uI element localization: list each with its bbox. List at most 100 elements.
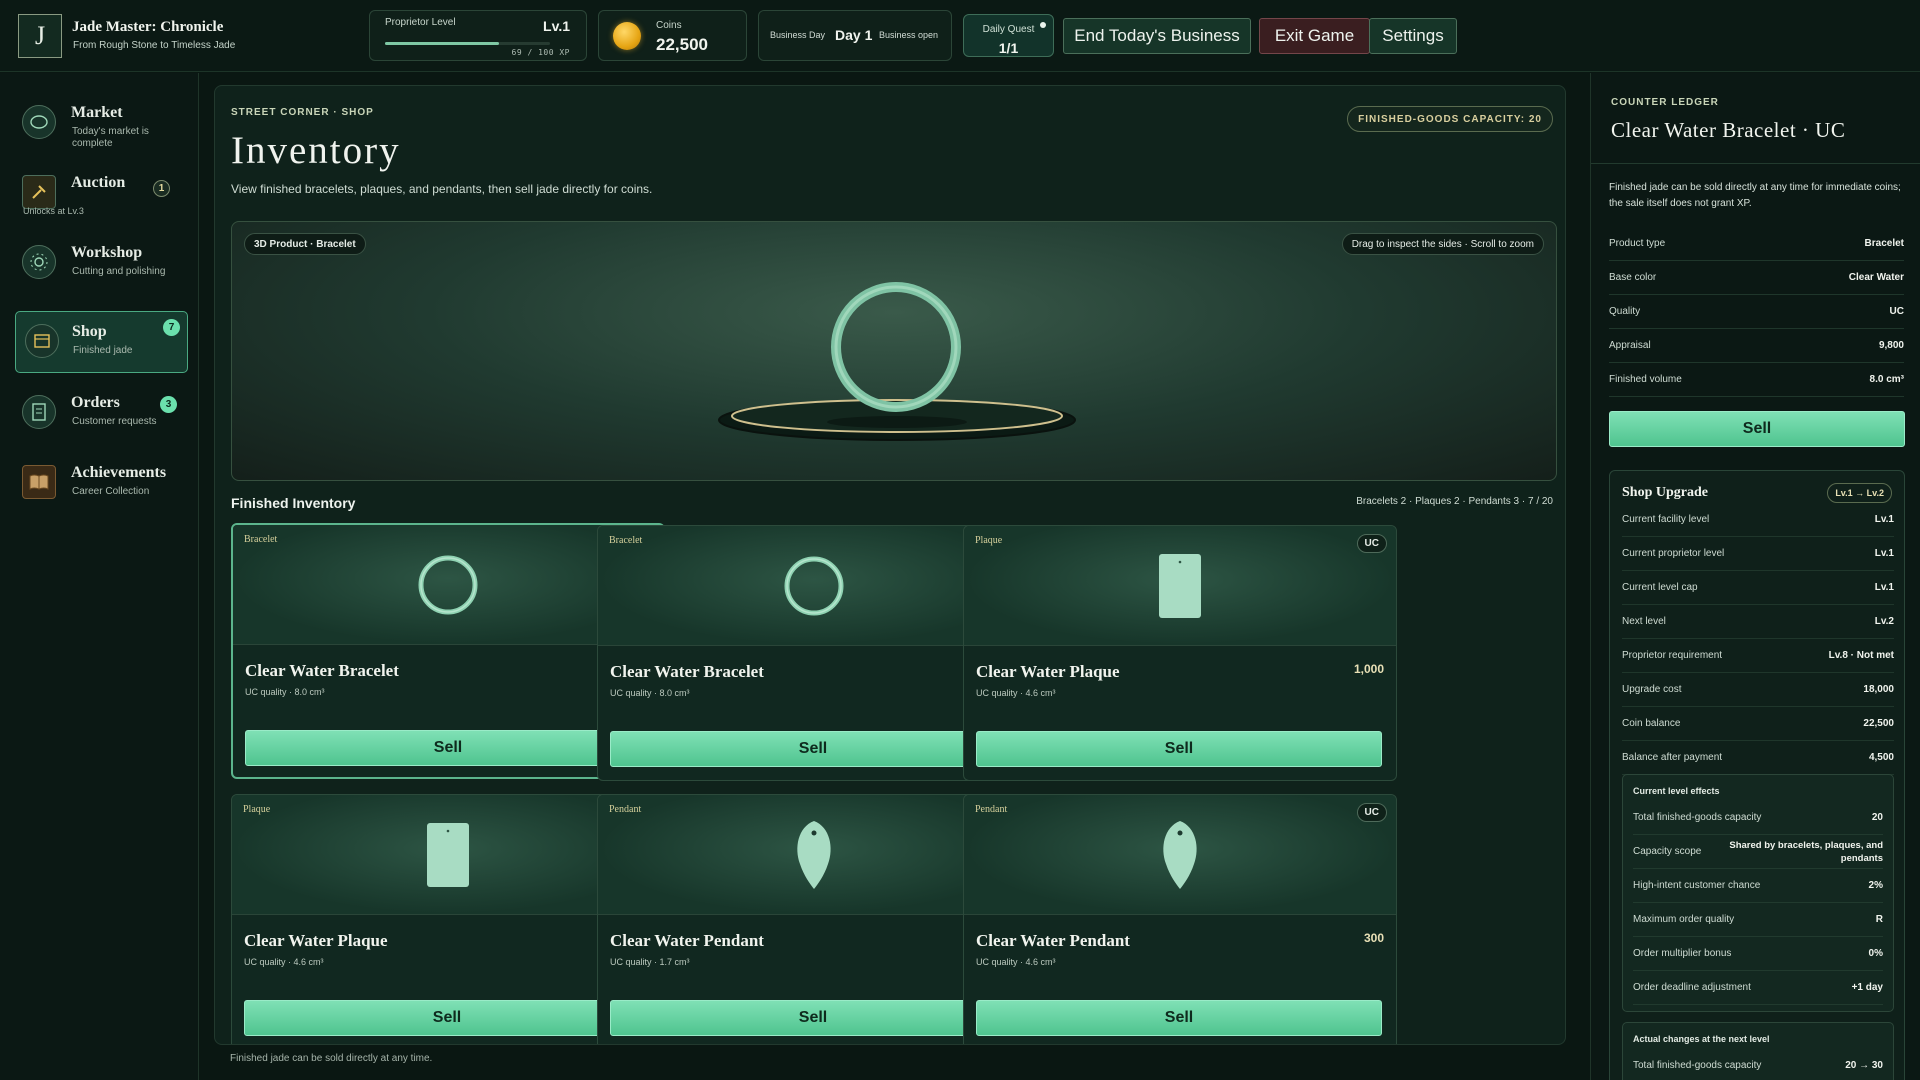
ledger-sell-button[interactable]: Sell (1609, 411, 1905, 447)
effect-key: High-intent customer chance (1633, 880, 1761, 891)
ledger-row: Base color Clear Water (1609, 261, 1904, 295)
orders-icon (22, 395, 56, 429)
change-value: 20 → 30 (1845, 1060, 1883, 1071)
page-description: View finished bracelets, plaques, and pe… (231, 182, 653, 196)
ledger-row: Quality UC (1609, 295, 1904, 329)
quest-value: 1/1 (998, 40, 1019, 56)
end-day-button[interactable]: End Today's Business (1063, 18, 1251, 54)
sell-button[interactable]: Sell (976, 1000, 1382, 1036)
exit-game-button[interactable]: Exit Game (1259, 18, 1370, 54)
ledger-row: Appraisal 9,800 (1609, 329, 1904, 363)
settings-button[interactable]: Settings (1369, 18, 1457, 54)
sidebar-item-workshop[interactable]: Workshop Cutting and polishing (15, 233, 188, 295)
next-change-row: Total finished-goods capacity 20 → 30 (1633, 1049, 1883, 1080)
app-subtitle: From Rough Stone to Timeless Jade (73, 40, 236, 51)
auction-icon (22, 175, 56, 209)
next-changes-box: Actual changes at the next level Total f… (1622, 1022, 1894, 1080)
auction-badge: 1 (153, 180, 170, 197)
product-3d-viewer[interactable]: 3D Product · Bracelet Drag to inspect th… (231, 221, 1557, 481)
pendant-icon (964, 795, 1396, 914)
upgrade-value: Lv.1 (1874, 514, 1894, 525)
sidebar-item-achievements[interactable]: Achievements Career Collection (15, 453, 188, 515)
sidebar-item-label: Orders (71, 394, 120, 411)
ledger-row: Product type Bracelet (1609, 227, 1904, 261)
sidebar-item-sub: Cutting and polishing (72, 266, 166, 277)
change-key: Total finished-goods capacity (1633, 1060, 1762, 1071)
ledger-kicker: COUNTER LEDGER (1611, 97, 1719, 108)
upgrade-key: Current facility level (1622, 514, 1710, 525)
app-logo: J (18, 14, 62, 58)
card-title: Clear Water Pendant (610, 931, 764, 950)
shop-badge: 7 (163, 319, 180, 336)
effect-row: Order deadline adjustment +1 day (1633, 971, 1883, 1005)
card-meta: UC quality · 8.0 cm³ (245, 687, 325, 697)
sidebar-item-label: Workshop (71, 244, 143, 261)
plaque-icon (964, 526, 1396, 645)
upgrade-value: 4,500 (1868, 752, 1894, 763)
business-status: Business open (879, 30, 939, 40)
effect-row: Capacity scope Shared by bracelets, plaqu… (1633, 835, 1883, 869)
ledger-value: Clear Water (1848, 272, 1904, 283)
upgrade-key: Proprietor requirement (1622, 650, 1723, 661)
card-title: Clear Water Bracelet (610, 662, 764, 681)
effect-row: High-intent customer chance 2% (1633, 869, 1883, 903)
sell-button[interactable]: Sell (976, 731, 1382, 767)
workshop-icon (22, 245, 56, 279)
xp-progress-fill (385, 42, 499, 45)
business-day-panel: Business Day Day 1 Business open (758, 10, 952, 61)
upgrade-row: Balance after payment 4,500 (1622, 741, 1894, 775)
auction-lock-note: Unlocks at Lv.3 (23, 206, 84, 216)
xp-progress-bar (385, 42, 550, 45)
upgrade-value: Lv.2 (1874, 616, 1894, 627)
inventory-card[interactable]: PlaqueUC Clear Water Plaque 1,000 UC qualit… (963, 525, 1397, 781)
footer-note: Finished jade can be sold directly at an… (230, 1053, 433, 1064)
card-title: Clear Water Plaque (976, 662, 1120, 681)
upgrade-value: Lv.1 (1874, 548, 1894, 559)
capacity-badge: FINISHED-GOODS CAPACITY: 20 (1347, 106, 1553, 132)
card-price: 1,000 (1353, 662, 1384, 676)
coins-label: Coins (656, 20, 682, 31)
sidebar-item-label: Shop (72, 323, 107, 340)
upgrade-row: Current proprietor level Lv.1 (1622, 537, 1894, 571)
card-preview: PendantUC (964, 795, 1396, 915)
next-changes-title: Actual changes at the next level (1633, 1034, 1770, 1044)
sidebar-item-sub: Today's market is complete (72, 126, 149, 149)
divider (1591, 163, 1920, 164)
card-meta: UC quality · 1.7 cm³ (610, 957, 690, 967)
upgrade-value: Lv.8 · Not met (1828, 650, 1894, 661)
notification-dot-icon (1040, 22, 1046, 28)
effect-value: R (1875, 914, 1883, 925)
section-title: Finished Inventory (231, 495, 356, 511)
shop-icon (25, 324, 59, 358)
sidebar-item-auction[interactable]: Auction 1 Unlocks at Lv.3 (15, 163, 188, 225)
ledger-key: Finished volume (1609, 374, 1682, 385)
sidebar-item-sub: Finished jade (73, 345, 133, 356)
upgrade-title: Shop Upgrade (1622, 485, 1708, 500)
card-meta: UC quality · 4.6 cm³ (244, 957, 324, 967)
sidebar-item-label: Auction (71, 174, 126, 191)
card-price: 300 (1363, 931, 1384, 945)
sell-button[interactable]: Sell (610, 731, 1016, 767)
sell-button[interactable]: Sell (610, 1000, 1016, 1036)
card-meta: UC quality · 4.6 cm³ (976, 688, 1056, 698)
proprietor-level-panel: Proprietor Level Lv.1 69 / 100 XP (369, 10, 587, 61)
effect-value: Shared by bracelets, plaques, and pendan… (1729, 839, 1883, 864)
card-preview: PlaqueUC (964, 526, 1396, 646)
inventory-summary: Bracelets 2 · Plaques 2 · Pendants 3 · 7… (1356, 496, 1553, 507)
sidebar-item-orders[interactable]: Orders Customer requests 3 (15, 383, 188, 445)
effect-row: Maximum order quality R (1633, 903, 1883, 937)
sidebar-item-market[interactable]: Market Today's market is complete (15, 93, 188, 155)
card-title: Clear Water Bracelet (245, 661, 399, 680)
sidebar-item-shop[interactable]: Shop Finished jade 7 (15, 311, 188, 373)
inventory-card[interactable]: PendantUC Clear Water Pendant 300 UC qualit… (963, 794, 1397, 1044)
upgrade-key: Coin balance (1622, 718, 1681, 729)
sell-button[interactable]: Sell (244, 1000, 650, 1036)
daily-quest-button[interactable]: Daily Quest 1/1 (963, 14, 1054, 57)
ledger-value: UC (1889, 306, 1904, 317)
current-effects-box: Current level effects Total finished-goo… (1622, 774, 1894, 1012)
app-title: Jade Master: Chronicle (72, 19, 224, 35)
upgrade-row: Coin balance 22,500 (1622, 707, 1894, 741)
upgrade-value: 18,000 (1863, 684, 1894, 695)
sell-button[interactable]: Sell (245, 730, 651, 766)
effect-value: 20 (1871, 812, 1883, 823)
